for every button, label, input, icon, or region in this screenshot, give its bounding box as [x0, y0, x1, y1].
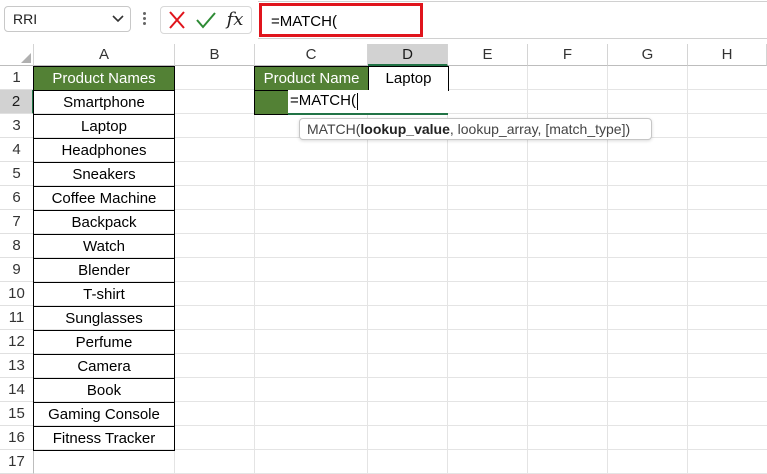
- row-header-16[interactable]: 16: [0, 426, 34, 450]
- cell-a1-header[interactable]: Product Names: [33, 66, 175, 91]
- cell-c2-formula: =MATCH(: [290, 92, 356, 109]
- cell-a7[interactable]: Backpack: [33, 210, 175, 235]
- row-header-4[interactable]: 4: [0, 138, 34, 162]
- select-all-corner[interactable]: [0, 44, 34, 66]
- cell-a11[interactable]: Sunglasses: [33, 306, 175, 331]
- formula-buttons: fx: [160, 6, 252, 34]
- row-header-13[interactable]: 13: [0, 354, 34, 378]
- cell-c2-editing[interactable]: =MATCH(: [288, 90, 448, 115]
- row-header-5[interactable]: 5: [0, 162, 34, 186]
- function-argument-tooltip[interactable]: MATCH(lookup_value, lookup_array, [match…: [299, 118, 652, 140]
- row-header-9[interactable]: 9: [0, 258, 34, 282]
- resize-handle-icon[interactable]: [141, 10, 147, 30]
- row-header-10[interactable]: 10: [0, 282, 34, 306]
- text-cursor: [356, 92, 358, 110]
- chevron-down-icon[interactable]: [112, 14, 124, 24]
- cell-c1-header[interactable]: Product Name: [254, 66, 369, 91]
- row-header-1[interactable]: 1: [0, 66, 34, 90]
- column-header-g[interactable]: G: [608, 44, 688, 66]
- cell-d1[interactable]: Laptop: [368, 66, 449, 91]
- row-header-3[interactable]: 3: [0, 114, 34, 138]
- cell-a3[interactable]: Laptop: [33, 114, 175, 139]
- column-header-d[interactable]: D: [368, 44, 448, 66]
- cell-a8[interactable]: Watch: [33, 234, 175, 259]
- tooltip-rest-args: , lookup_array, [match_type]): [449, 121, 631, 137]
- cell-a5[interactable]: Sneakers: [33, 162, 175, 187]
- formula-input-area[interactable]: =MATCH(: [258, 1, 767, 39]
- row-header-15[interactable]: 15: [0, 402, 34, 426]
- tooltip-current-arg[interactable]: lookup_value: [360, 121, 449, 137]
- cell-a10[interactable]: T-shirt: [33, 282, 175, 307]
- column-header-f[interactable]: F: [528, 44, 608, 66]
- row-header-7[interactable]: 7: [0, 210, 34, 234]
- row-header-17[interactable]: 17: [0, 450, 34, 474]
- cell-a4[interactable]: Headphones: [33, 138, 175, 163]
- column-header-c[interactable]: C: [255, 44, 368, 66]
- name-box-value: RRI: [13, 11, 38, 27]
- row-header-14[interactable]: 14: [0, 378, 34, 402]
- column-header-a[interactable]: A: [34, 44, 175, 66]
- column-header-e[interactable]: E: [448, 44, 528, 66]
- cell-a9[interactable]: Blender: [33, 258, 175, 283]
- cell-a2[interactable]: Smartphone: [33, 90, 175, 115]
- name-box[interactable]: RRI: [4, 6, 131, 32]
- row-header-8[interactable]: 8: [0, 234, 34, 258]
- formula-bar: RRI fx =MATCH(: [0, 0, 767, 40]
- column-header-h[interactable]: H: [688, 44, 767, 66]
- row-header-11[interactable]: 11: [0, 306, 34, 330]
- cell-a16[interactable]: Fitness Tracker: [33, 426, 175, 451]
- column-header-b[interactable]: B: [175, 44, 255, 66]
- row-header-12[interactable]: 12: [0, 330, 34, 354]
- insert-function-icon[interactable]: fx: [224, 10, 246, 30]
- row-header-6[interactable]: 6: [0, 186, 34, 210]
- cancel-icon[interactable]: [166, 10, 188, 30]
- cell-c2-fill[interactable]: [254, 90, 290, 115]
- cell-a6[interactable]: Coffee Machine: [33, 186, 175, 211]
- formula-input-text: =MATCH(: [271, 13, 337, 30]
- enter-check-icon[interactable]: [195, 10, 217, 30]
- row-header-2[interactable]: 2: [0, 90, 34, 114]
- formula-input-highlight[interactable]: =MATCH(: [259, 3, 423, 37]
- cell-a15[interactable]: Gaming Console: [33, 402, 175, 427]
- cell-a13[interactable]: Camera: [33, 354, 175, 379]
- cell-a14[interactable]: Book: [33, 378, 175, 403]
- tooltip-function: MATCH(: [307, 121, 361, 137]
- cell-a12[interactable]: Perfume: [33, 330, 175, 355]
